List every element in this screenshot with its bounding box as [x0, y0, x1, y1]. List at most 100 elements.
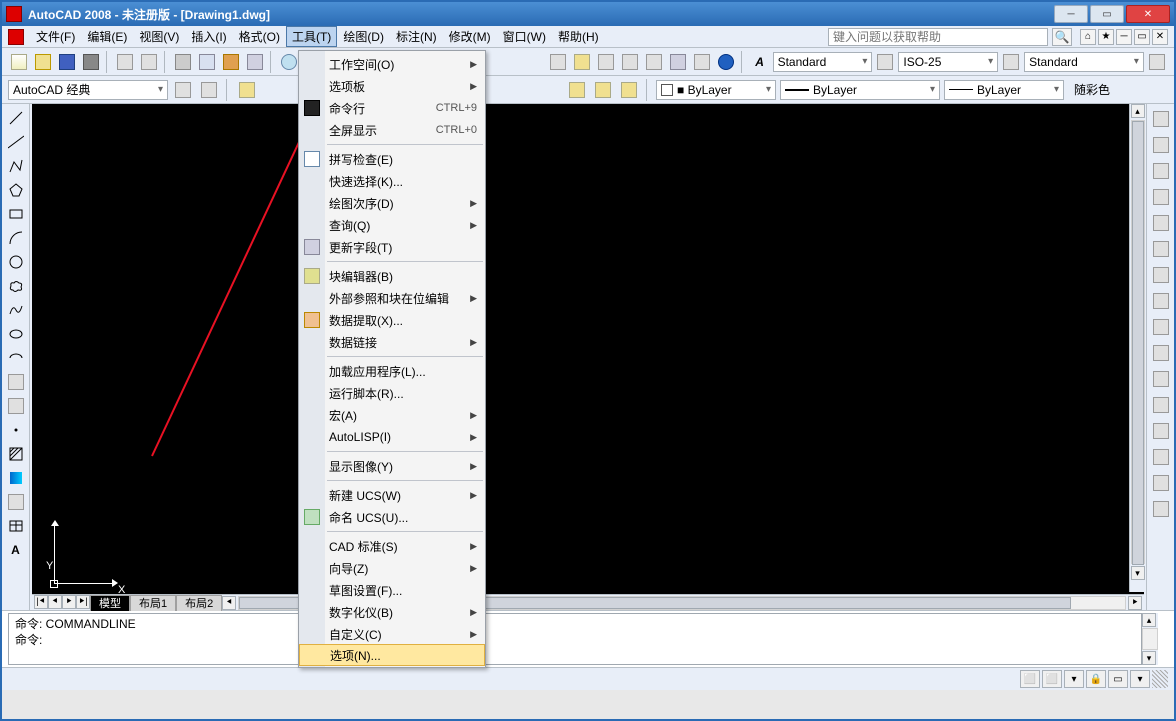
construction-line-tool[interactable] [5, 132, 27, 152]
line-tool[interactable] [5, 108, 27, 128]
layer-props-button[interactable] [236, 79, 258, 101]
erase-tool[interactable] [1150, 108, 1172, 130]
fillet-tool[interactable] [1150, 472, 1172, 494]
menu-window[interactable]: 窗口(W) [497, 26, 552, 47]
color-combo[interactable]: ■ ByLayer▾ [656, 80, 776, 100]
close-button[interactable]: ✕ [1126, 5, 1170, 23]
menu-format[interactable]: 格式(O) [233, 26, 286, 47]
extend-tool[interactable] [1150, 368, 1172, 390]
revcloud-tool[interactable] [5, 276, 27, 296]
polygon-tool[interactable] [5, 180, 27, 200]
menu-item-9[interactable]: 更新字段(T) [299, 236, 485, 258]
model-space-button[interactable]: ⬜ [1020, 670, 1040, 688]
hscroll-right[interactable]: ⯈ [1128, 596, 1142, 610]
menu-item-29[interactable]: 数字化仪(B)▶ [299, 601, 485, 623]
my-workspace-button[interactable] [198, 79, 220, 101]
tab-layout2[interactable]: 布局2 [176, 595, 222, 611]
quickcalc-button[interactable] [691, 51, 713, 73]
gradient-tool[interactable] [5, 468, 27, 488]
menu-tools[interactable]: 工具(T) [286, 26, 337, 47]
layer-tool2[interactable] [592, 79, 614, 101]
tablestyle-button[interactable] [1000, 51, 1022, 73]
menu-item-23[interactable]: 新建 UCS(W)▶ [299, 484, 485, 506]
menu-item-27[interactable]: 向导(Z)▶ [299, 557, 485, 579]
paste-button[interactable] [220, 51, 242, 73]
circle-tool[interactable] [5, 252, 27, 272]
open-button[interactable] [32, 51, 54, 73]
tool-palette-button[interactable] [619, 51, 641, 73]
dimstyle-combo[interactable]: ISO-25▾ [898, 52, 998, 72]
tab-nav-next[interactable]: ⯈ [62, 595, 76, 609]
menu-item-8[interactable]: 查询(Q)▶ [299, 214, 485, 236]
cmdline-scroll-up[interactable]: ▴ [1142, 613, 1156, 627]
ellipse-arc-tool[interactable] [5, 348, 27, 368]
doc-restore[interactable]: ▭ [1134, 29, 1150, 45]
layout-button[interactable]: ⬜ [1042, 670, 1062, 688]
help-search-input[interactable] [828, 28, 1048, 46]
menu-item-14[interactable]: 数据链接▶ [299, 331, 485, 353]
offset-tool[interactable] [1150, 186, 1172, 208]
menu-item-18[interactable]: 宏(A)▶ [299, 404, 485, 426]
block-editor-button[interactable] [547, 51, 569, 73]
doc-minimize[interactable]: ─ [1116, 29, 1132, 45]
info-center-home[interactable]: ⌂ [1080, 29, 1096, 45]
menu-item-13[interactable]: 数据提取(X)... [299, 309, 485, 331]
design-center-button[interactable] [643, 51, 665, 73]
scale-tool[interactable] [1150, 290, 1172, 312]
properties-button[interactable] [667, 51, 689, 73]
menu-item-0[interactable]: 工作空间(O)▶ [299, 53, 485, 75]
mirror-tool[interactable] [1150, 160, 1172, 182]
vscroll-track[interactable] [1131, 120, 1145, 564]
cmdline-scroll-track[interactable] [1142, 628, 1158, 650]
help-button[interactable] [715, 51, 737, 73]
menu-item-26[interactable]: CAD 标准(S)▶ [299, 535, 485, 557]
sheet-set-button[interactable] [571, 51, 593, 73]
menu-item-3[interactable]: 全屏显示CTRL+0 [299, 119, 485, 141]
insert-block-tool[interactable] [5, 372, 27, 392]
menu-edit[interactable]: 编辑(E) [81, 26, 133, 47]
tablestyle-combo[interactable]: Standard▾ [1024, 52, 1144, 72]
publish-button[interactable] [138, 51, 160, 73]
menu-help[interactable]: 帮助(H) [552, 26, 605, 47]
copy-tool[interactable] [1150, 134, 1172, 156]
workspace-settings-button[interactable] [172, 79, 194, 101]
copy-button[interactable] [196, 51, 218, 73]
break-tool[interactable] [1150, 394, 1172, 416]
undo-button[interactable] [278, 51, 300, 73]
vscroll-up[interactable]: ▴ [1131, 104, 1145, 118]
menu-modify[interactable]: 修改(M) [443, 26, 497, 47]
layer-tool1[interactable] [566, 79, 588, 101]
menu-item-12[interactable]: 外部参照和块在位编辑▶ [299, 287, 485, 309]
menu-item-7[interactable]: 绘图次序(D)▶ [299, 192, 485, 214]
status-dropdown[interactable]: ▾ [1130, 670, 1150, 688]
textstyle-button[interactable]: A [749, 51, 771, 73]
tab-nav-first[interactable]: |⯇ [34, 595, 48, 609]
info-center-fav[interactable]: ★ [1098, 29, 1114, 45]
minimize-button[interactable]: ─ [1054, 5, 1088, 23]
cmdline-scroll-down[interactable]: ▾ [1142, 651, 1156, 665]
menu-item-30[interactable]: 自定义(C)▶ [299, 623, 485, 645]
ellipse-tool[interactable] [5, 324, 27, 344]
make-block-tool[interactable] [5, 396, 27, 416]
tab-nav-last[interactable]: ⯈| [76, 595, 90, 609]
cmdline-grip[interactable] [1160, 613, 1174, 665]
menu-item-2[interactable]: 命令行CTRL+9 [299, 97, 485, 119]
vscroll-down[interactable]: ▾ [1131, 566, 1145, 580]
arc-tool[interactable] [5, 228, 27, 248]
resize-grip[interactable] [1152, 670, 1168, 688]
mleader-button[interactable] [1146, 51, 1168, 73]
trim-tool[interactable] [1150, 342, 1172, 364]
match-props-button[interactable] [244, 51, 266, 73]
menu-insert[interactable]: 插入(I) [185, 26, 232, 47]
dimstyle-button[interactable] [874, 51, 896, 73]
chamfer-tool[interactable] [1150, 446, 1172, 468]
rotate-tool[interactable] [1150, 264, 1172, 286]
drawing-canvas[interactable]: Y X [32, 104, 1144, 594]
textstyle-combo[interactable]: Standard▾ [773, 52, 873, 72]
menu-item-17[interactable]: 运行脚本(R)... [299, 382, 485, 404]
plot-button[interactable] [80, 51, 102, 73]
clean-screen-button[interactable]: ▭ [1108, 670, 1128, 688]
linetype-combo[interactable]: ByLayer▾ [780, 80, 940, 100]
menu-item-31[interactable]: 选项(N)... [299, 644, 485, 666]
join-tool[interactable] [1150, 420, 1172, 442]
